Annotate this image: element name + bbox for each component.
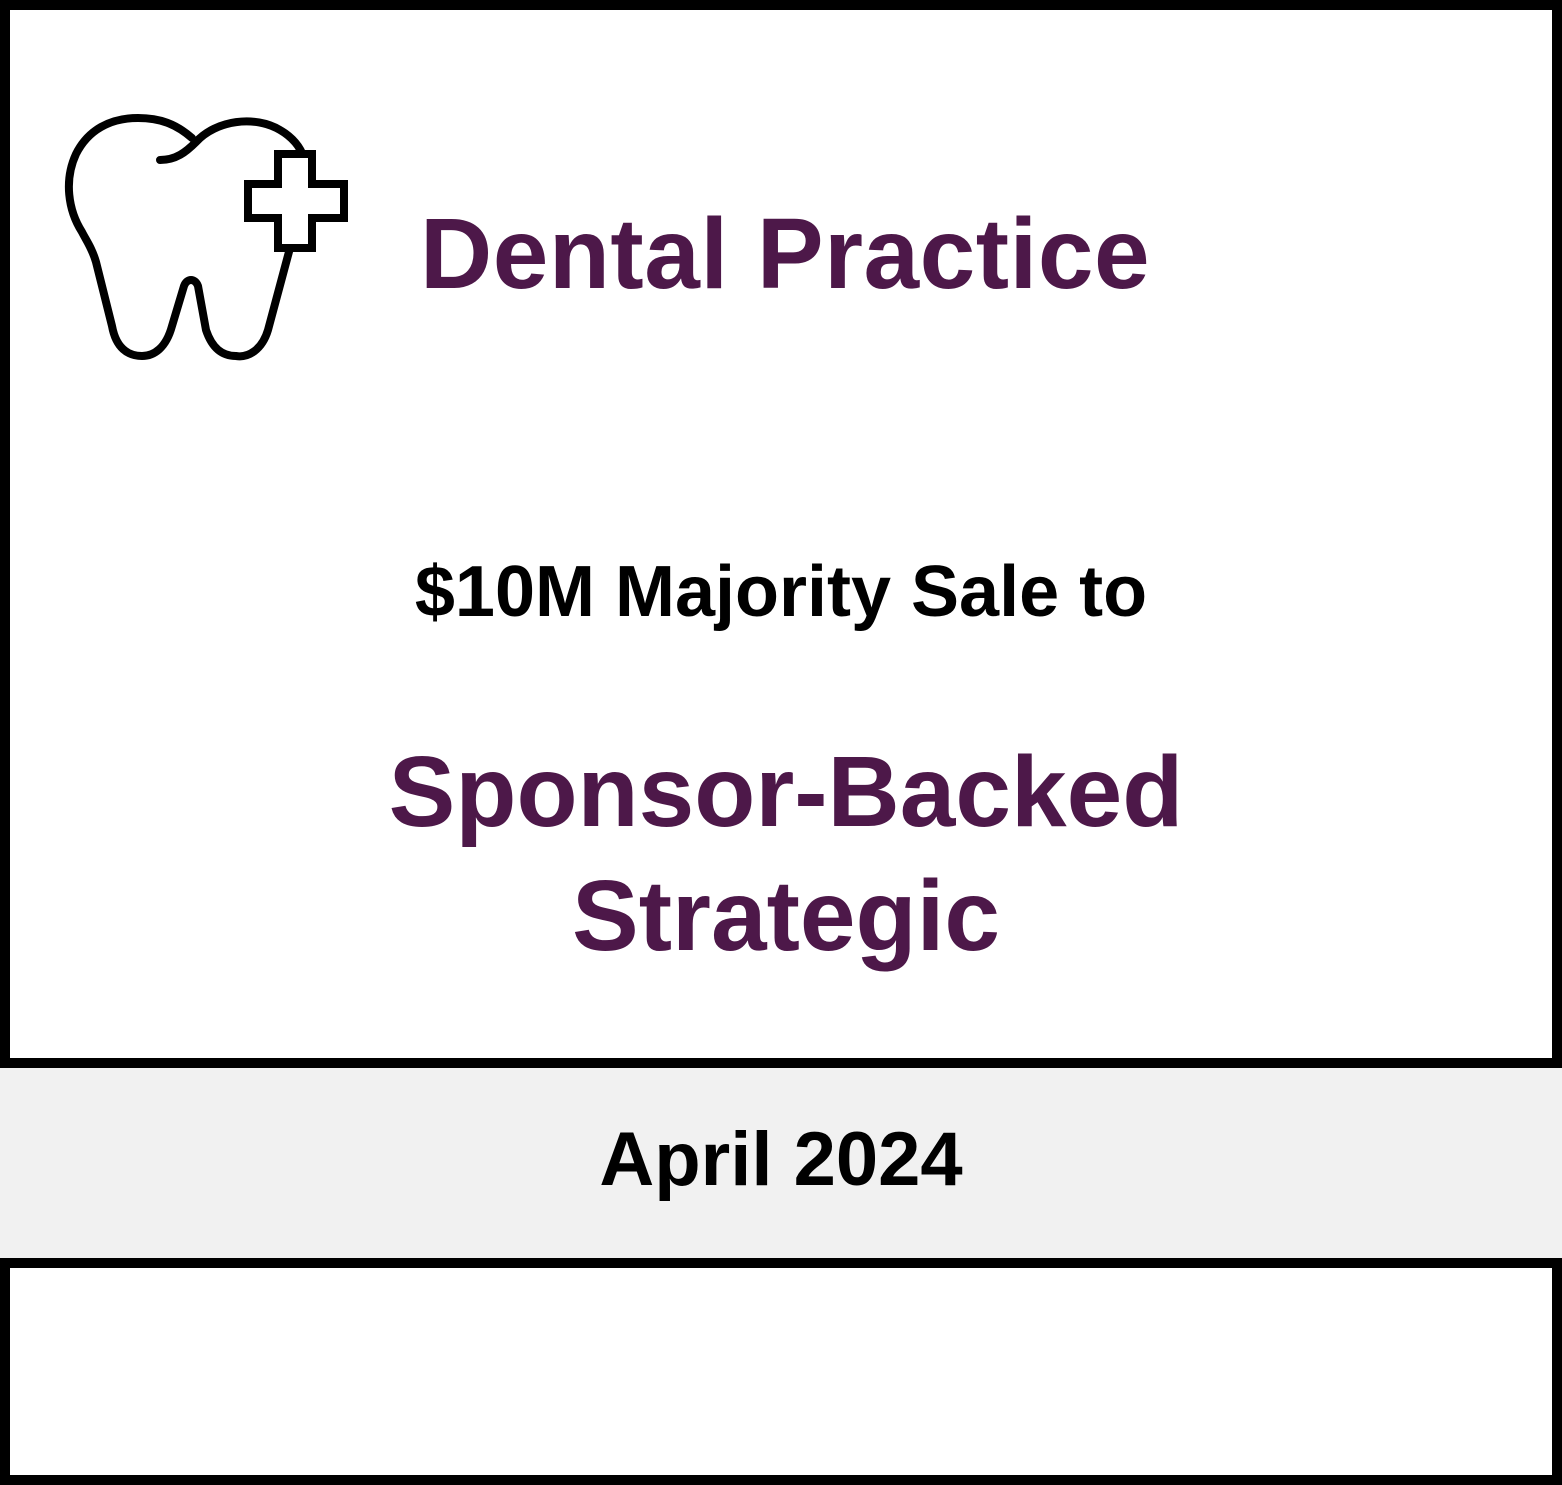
buyer-type: Sponsor-Backed Strategic: [388, 736, 1184, 972]
deal-description: $10M Majority Sale to: [414, 552, 1148, 632]
transaction-date: April 2024: [599, 1117, 963, 1202]
tooth-with-plus-icon: [64, 114, 348, 361]
industry-title: Dental Practice: [420, 198, 1151, 310]
